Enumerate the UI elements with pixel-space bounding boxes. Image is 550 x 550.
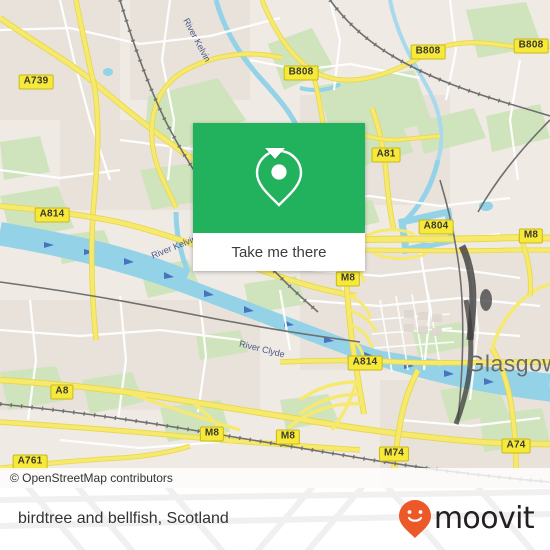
footer-bar: birdtree and bellfish, Scotland moovit — [0, 488, 550, 550]
moovit-location-card: River Kelvin River Kelvin River Clyde Gl… — [0, 0, 550, 550]
road-shield: A804 — [418, 219, 454, 235]
road-shield: A8 — [50, 384, 74, 400]
location-popup-card[interactable]: Take me there — [193, 123, 365, 271]
moovit-brand[interactable]: moovit — [398, 499, 535, 539]
road-shield: A814 — [34, 207, 70, 223]
popup-pointer — [265, 148, 285, 159]
openstreetmap-attribution: © OpenStreetMap contributors — [10, 471, 173, 485]
map-canvas[interactable]: River Kelvin River Kelvin River Clyde Gl… — [0, 0, 550, 488]
road-shield: A74 — [501, 438, 531, 454]
road-shield: B808 — [410, 44, 446, 60]
take-me-there-label: Take me there — [231, 243, 327, 261]
road-shield: M8 — [518, 228, 544, 244]
road-shield: M8 — [275, 429, 301, 445]
moovit-smiley-pin-icon — [398, 500, 431, 538]
road-shield: M74 — [378, 446, 410, 462]
road-shield: M8 — [199, 426, 225, 442]
road-shield: A81 — [371, 147, 401, 163]
map-label-city-glasgow: Glasgow — [466, 350, 550, 377]
map-attribution-bar: © OpenStreetMap contributors — [0, 468, 550, 488]
road-shield: B808 — [513, 38, 549, 54]
road-shield: B808 — [283, 65, 319, 81]
popup-footer[interactable]: Take me there — [193, 233, 365, 271]
road-shield: A814 — [347, 355, 383, 371]
location-title: birdtree and bellfish, Scotland — [18, 510, 229, 527]
road-shield: A739 — [18, 74, 54, 90]
popup-header — [193, 123, 365, 233]
road-shield: M8 — [335, 271, 361, 287]
moovit-wordmark: moovit — [433, 501, 535, 536]
